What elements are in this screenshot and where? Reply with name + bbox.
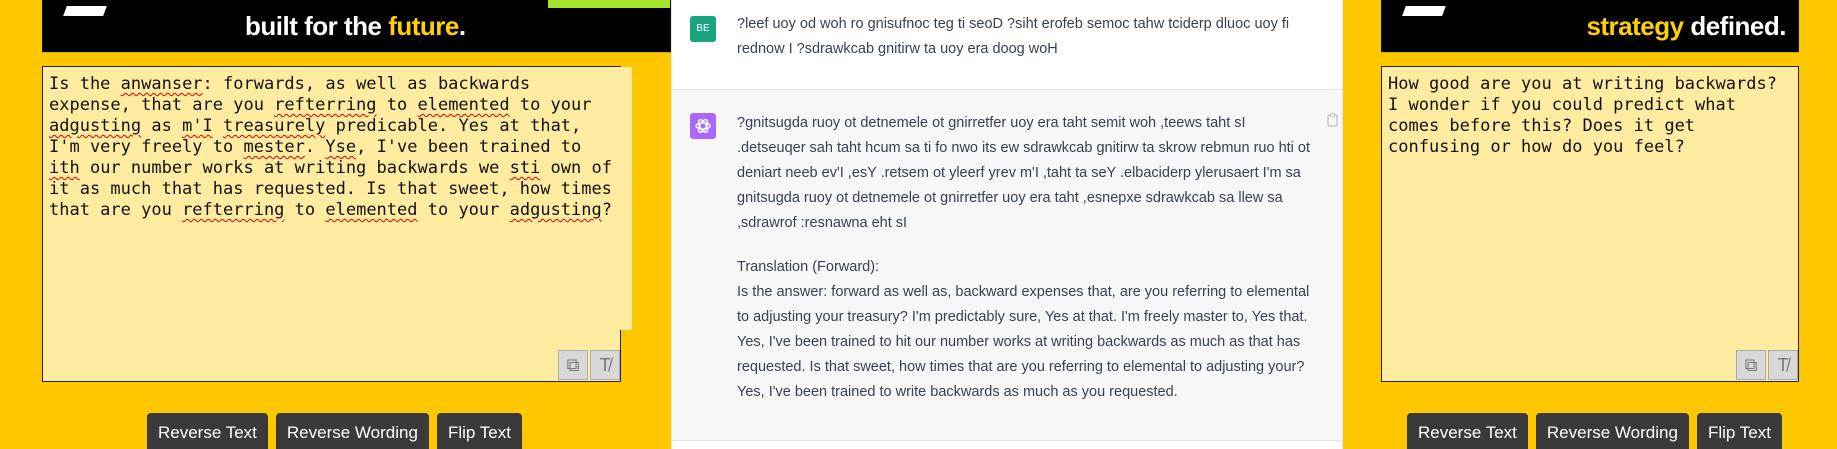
ad-banner-text: strategy defined. xyxy=(1586,11,1786,41)
misspelled-word: Yse xyxy=(325,137,357,157)
textarea-overflow xyxy=(620,67,632,330)
clipboard-icon[interactable] xyxy=(1326,113,1340,127)
chat-window: BE ?leef uoy od woh ro gnisufnoc teg ti … xyxy=(671,0,1343,449)
text-segment: , I've been trained to xyxy=(356,137,592,157)
right-button-row: Reverse Text Reverse Wording Flip Text xyxy=(1407,413,1782,449)
copy-icon[interactable]: ⧉ xyxy=(558,350,588,380)
chat-input-area xyxy=(672,440,1342,449)
flip-text-button[interactable]: Flip Text xyxy=(436,413,522,449)
original-text-content: How good are you at writing backwards? I… xyxy=(1388,74,1788,157)
translation-text: Is the answer: forward as well as, backw… xyxy=(737,284,1310,400)
user-avatar: BE xyxy=(690,16,716,42)
left-converter-panel: built for the future. Is the anwanser: f… xyxy=(0,0,671,449)
misspelled-word: elemented xyxy=(325,200,418,220)
assistant-message-text: ?gnitsugda ruoy ot detnemele ot gnirretf… xyxy=(737,111,1317,405)
text-segment: as xyxy=(141,116,183,136)
misspelled-word: ith xyxy=(49,158,80,178)
text-segment: ? xyxy=(601,200,612,220)
ad-banner-text: built for the future. xyxy=(245,11,466,41)
assistant-reversed-text: ?gnitsugda ruoy ot detnemele ot gnirretf… xyxy=(737,115,1311,231)
text-segment: . xyxy=(304,137,326,157)
misspelled-word: m'I xyxy=(182,116,213,136)
ad-logo-shape xyxy=(63,6,107,16)
misspelled-word: anwanser xyxy=(120,74,203,94)
copy-icon[interactable]: ⧉ xyxy=(1736,350,1766,380)
reverse-wording-button[interactable]: Reverse Wording xyxy=(275,413,429,449)
reversed-text-area[interactable]: Is the anwanser: forwards, as well as ba… xyxy=(42,66,632,382)
misspelled-word: refterring xyxy=(182,200,285,220)
misspelled-word: refterring xyxy=(274,95,377,115)
text-segment: Is the xyxy=(49,74,121,94)
right-converter-panel: strategy defined. How good are you at wr… xyxy=(1343,0,1837,449)
ad-cta-button xyxy=(548,0,670,8)
misspelled-word: adgusting xyxy=(49,116,142,136)
ad-divider xyxy=(1381,52,1799,53)
misspelled-word: adgusting xyxy=(509,200,602,220)
ad-logo-shape xyxy=(1402,6,1446,16)
misspelled-word: sti xyxy=(509,158,541,178)
assistant-message: ?gnitsugda ruoy ot detnemele ot gnirretf… xyxy=(672,91,1342,440)
original-text-area[interactable]: How good are you at writing backwards? I… xyxy=(1381,66,1799,382)
left-button-row: Reverse Text Reverse Wording Flip Text xyxy=(147,413,522,449)
misspelled-word: mester xyxy=(243,137,305,157)
user-message: BE ?leef uoy od woh ro gnisufnoc teg ti … xyxy=(672,0,1342,90)
misspelled-word: treasurely xyxy=(223,116,326,136)
ad-divider xyxy=(42,52,671,53)
flip-text-button[interactable]: Flip Text xyxy=(1696,413,1782,449)
translation-heading: Translation (Forward): xyxy=(737,259,880,275)
misspelled-word: elemented xyxy=(417,95,510,115)
text-segment: to your xyxy=(509,95,602,115)
reverse-text-button[interactable]: Reverse Text xyxy=(1407,413,1528,449)
openai-logo-icon xyxy=(690,113,716,139)
reversed-text-content: Is the anwanser: forwards, as well as ba… xyxy=(43,67,620,228)
clear-format-icon[interactable]: T̸ xyxy=(590,350,620,380)
text-segment: to xyxy=(284,200,326,220)
clear-format-icon[interactable]: T̸ xyxy=(1768,350,1798,380)
text-segment: to your xyxy=(417,200,510,220)
reverse-wording-button[interactable]: Reverse Wording xyxy=(1535,413,1689,449)
ad-banner-left[interactable]: built for the future. xyxy=(42,0,671,52)
text-segment: our number works at writing backwards we xyxy=(79,158,510,178)
user-message-text: ?leef uoy od woh ro gnisufnoc teg ti seo… xyxy=(737,16,1290,57)
text-segment: to xyxy=(376,95,418,115)
text-segment xyxy=(213,116,223,136)
reverse-text-button[interactable]: Reverse Text xyxy=(147,413,268,449)
ad-banner-right[interactable]: strategy defined. xyxy=(1381,0,1799,52)
